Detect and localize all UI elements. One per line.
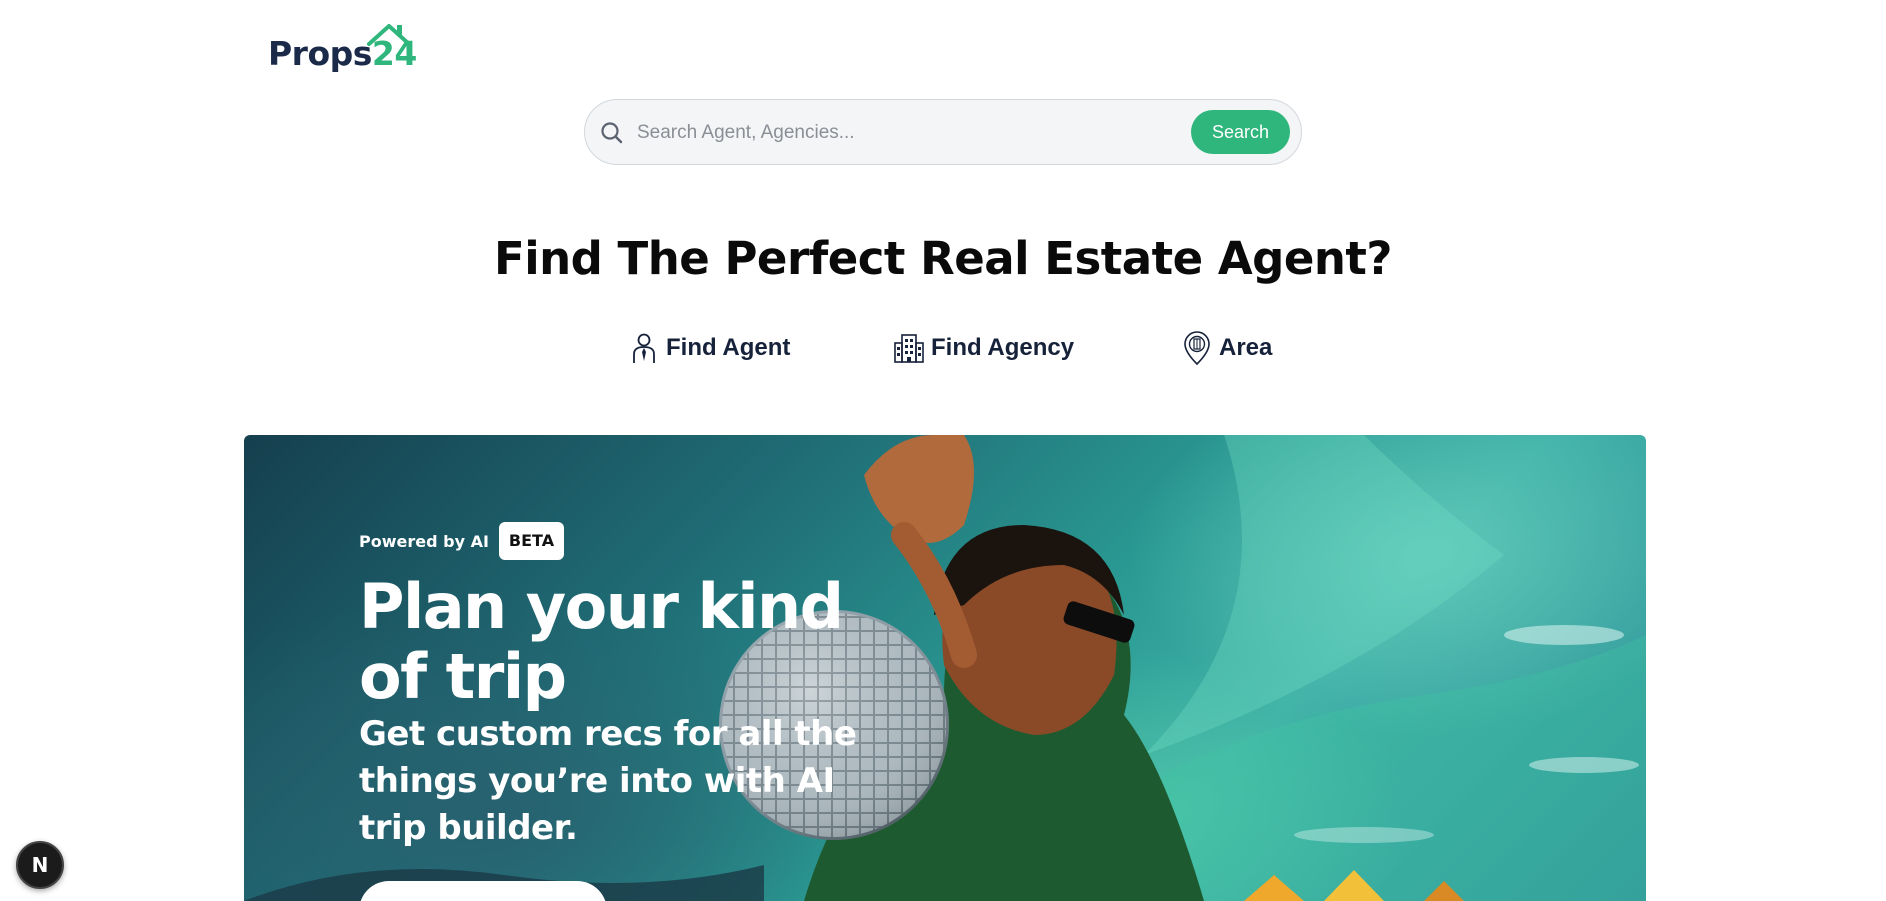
tab-label: Find Agency	[931, 334, 1075, 361]
map-pin-icon	[1181, 330, 1213, 366]
agent-icon	[628, 330, 660, 366]
tab-find-agency[interactable]: Find Agency	[893, 328, 1074, 368]
search-icon	[601, 122, 623, 144]
promo-banner[interactable]: Powered by AI BETA Plan your kind of tri…	[244, 435, 1646, 901]
search-button[interactable]: Search	[1191, 110, 1290, 154]
ai-badge-row: Powered by AI BETA	[359, 522, 565, 560]
building-icon	[893, 330, 925, 366]
beta-badge: BETA	[498, 522, 565, 560]
tab-find-agent[interactable]: Find Agent	[628, 328, 790, 368]
tab-label: Area	[1219, 334, 1273, 361]
banner-subtitle: Get custom recs for all the things you’r…	[359, 714, 857, 848]
brand-name-part2: 24	[371, 34, 417, 73]
brand-name-part1: Props	[268, 34, 372, 73]
search-bar: Search	[584, 99, 1302, 165]
powered-by-label: Powered by AI	[359, 531, 489, 551]
search-input[interactable]	[635, 114, 1259, 152]
brand-logo[interactable]: Props24	[268, 22, 418, 76]
brand-wordmark: Props24	[268, 34, 417, 73]
tab-label: Find Agent	[666, 334, 791, 361]
page-headline: Find The Perfect Real Estate Agent?	[493, 232, 1393, 285]
banner-cta-button[interactable]	[359, 881, 607, 901]
banner-title: Plan your kind of trip	[359, 570, 844, 713]
tab-area[interactable]: Area	[1181, 328, 1272, 368]
dev-indicator-button[interactable]: N	[16, 841, 64, 889]
